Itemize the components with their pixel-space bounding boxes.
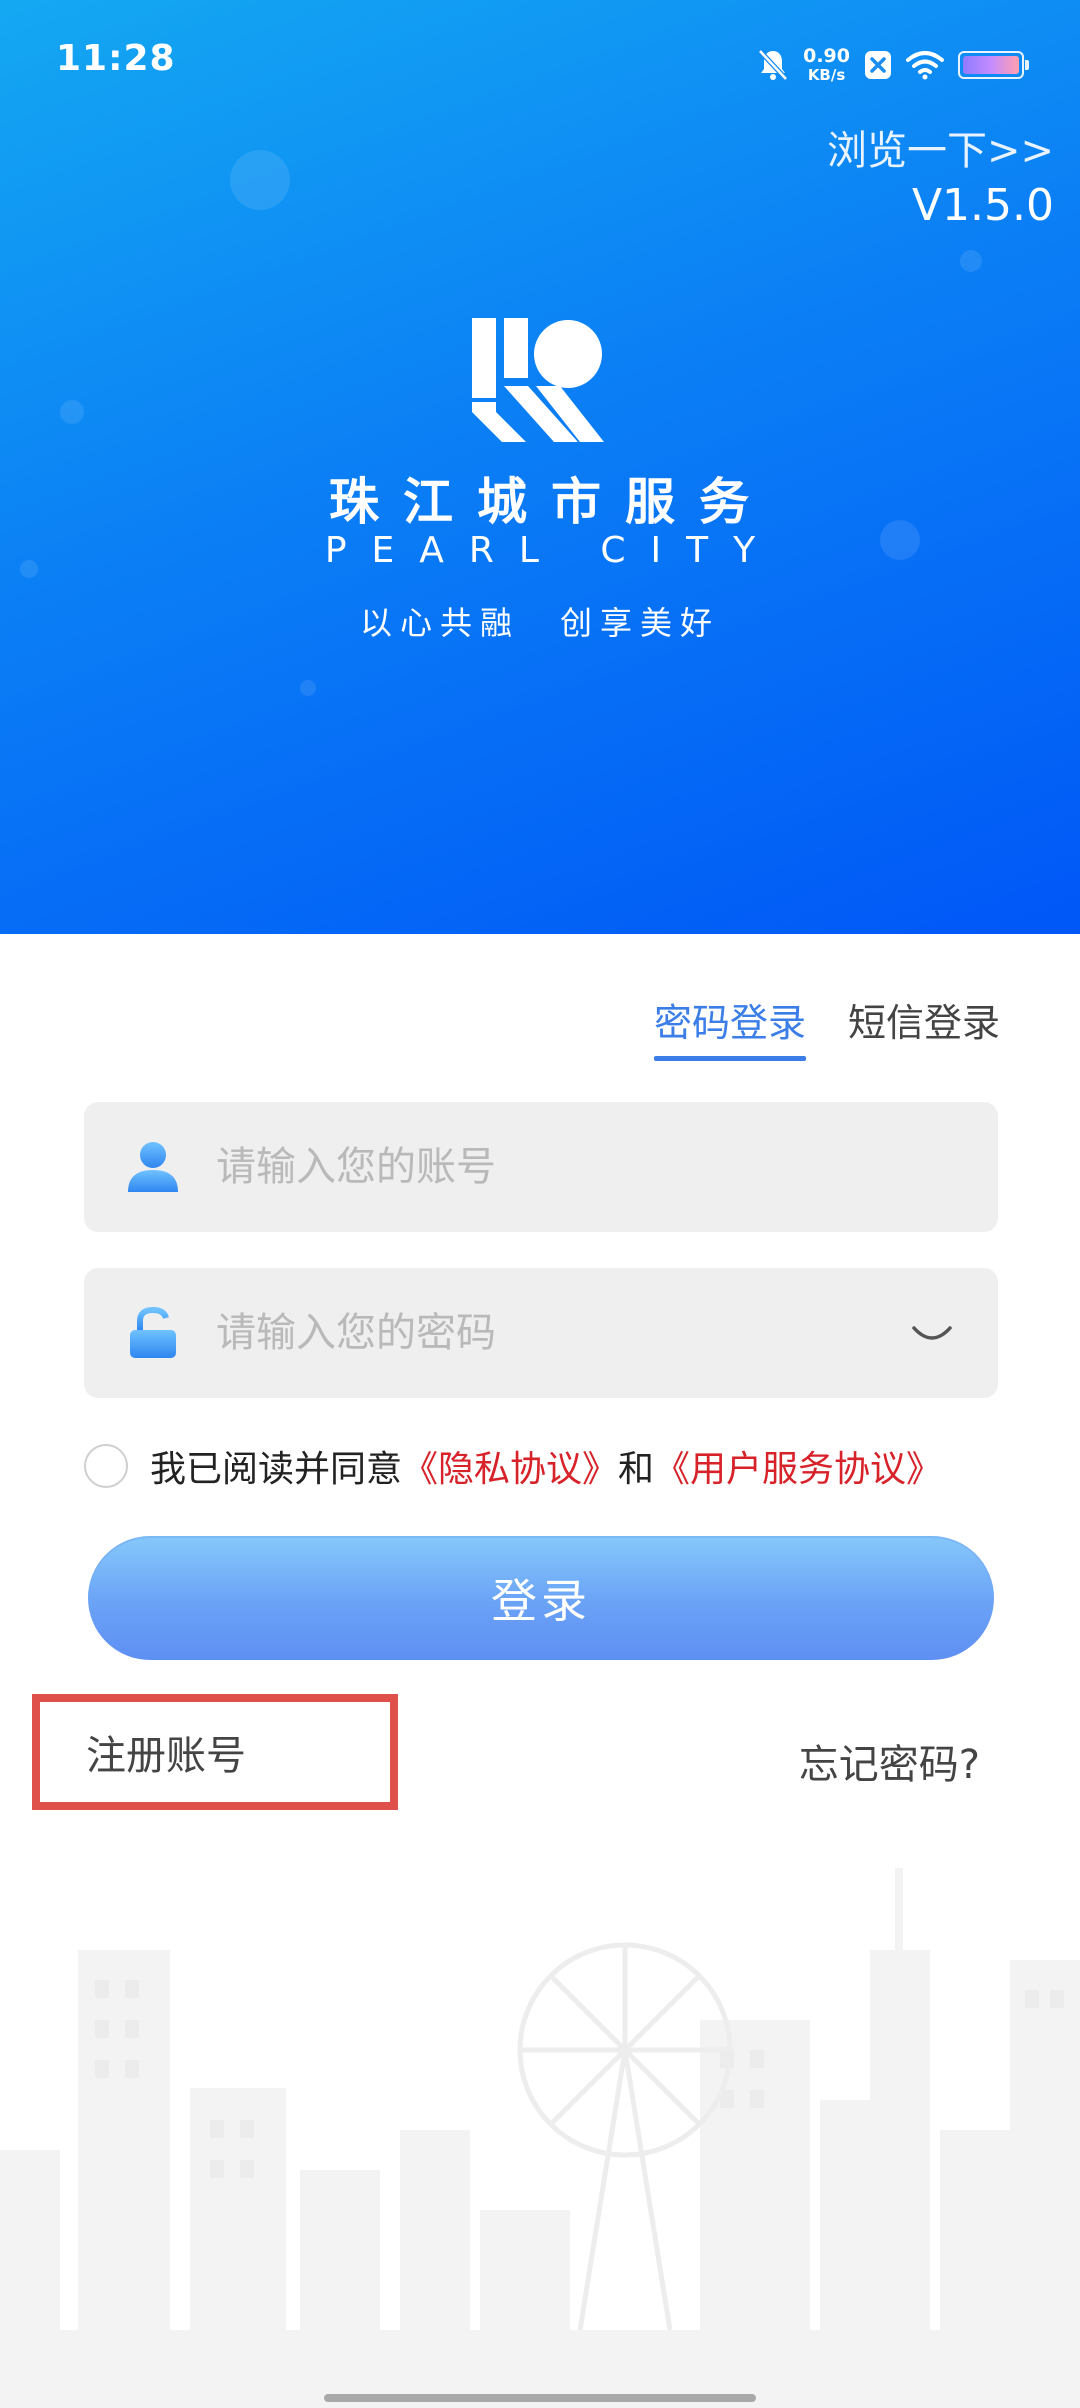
city-skyline-illustration [0,1868,1080,2408]
account-input[interactable] [216,1102,896,1232]
status-time: 11:28 [56,38,176,79]
privacy-policy-link[interactable]: 《隐私协议》 [402,1440,618,1492]
battery-icon [958,51,1029,79]
home-indicator[interactable] [324,2394,756,2402]
tab-password-login[interactable]: 密码登录 [653,992,807,1061]
lock-icon [130,1306,176,1358]
agreement-prefix: 我已阅读并同意 [150,1449,403,1490]
tab-sms-login[interactable]: 短信登录 [848,992,1000,1061]
browse-link[interactable]: 浏览一下>> [827,118,1054,176]
version-label: V1.5.0 [911,180,1054,231]
account-field[interactable] [84,1102,998,1232]
password-input[interactable] [216,1268,896,1398]
network-speed: 0.90 KB/s [803,47,850,83]
speed-value: 0.90 [803,45,850,67]
user-icon [128,1142,178,1192]
brand-slogan: 以心共融 创享美好 [359,604,720,642]
login-button[interactable]: 登录 [88,1536,994,1660]
hero-banner: 11:28 0.90 KB/s 浏览一下>> V1.5.0 珠江城市服务 PEA… [0,0,1080,934]
forgot-password-link[interactable]: 忘记密码? [799,1732,980,1790]
status-bar: 11:28 0.90 KB/s [0,0,1080,120]
status-icons: 0.90 KB/s [757,40,1029,90]
agreement-checkbox[interactable] [84,1444,128,1488]
login-tabs: 密码登录 短信登录 [653,992,1000,1061]
eye-closed-icon[interactable] [910,1318,954,1348]
agreement-and: 和 [618,1449,655,1490]
login-screen: 11:28 0.90 KB/s 浏览一下>> V1.5.0 珠江城市服务 PEA… [0,0,1080,2408]
wifi-icon [906,51,944,80]
user-service-agreement-link[interactable]: 《用户服务协议》 [654,1440,942,1492]
app-logo [472,318,604,442]
bell-muted-icon [758,49,788,81]
x-badge-icon [865,51,891,79]
agreement-row: 我已阅读并同意 《隐私协议》 和 《用户服务协议》 [84,1440,942,1492]
register-account-label: 注册账号 [86,1733,246,1779]
brand-name-en: PEARL CITY [324,530,781,571]
speed-unit: KB/s [807,66,846,84]
register-account-link[interactable]: 注册账号 [32,1694,398,1810]
brand-name-cn: 珠江城市服务 [329,473,773,531]
password-field[interactable] [84,1268,998,1398]
